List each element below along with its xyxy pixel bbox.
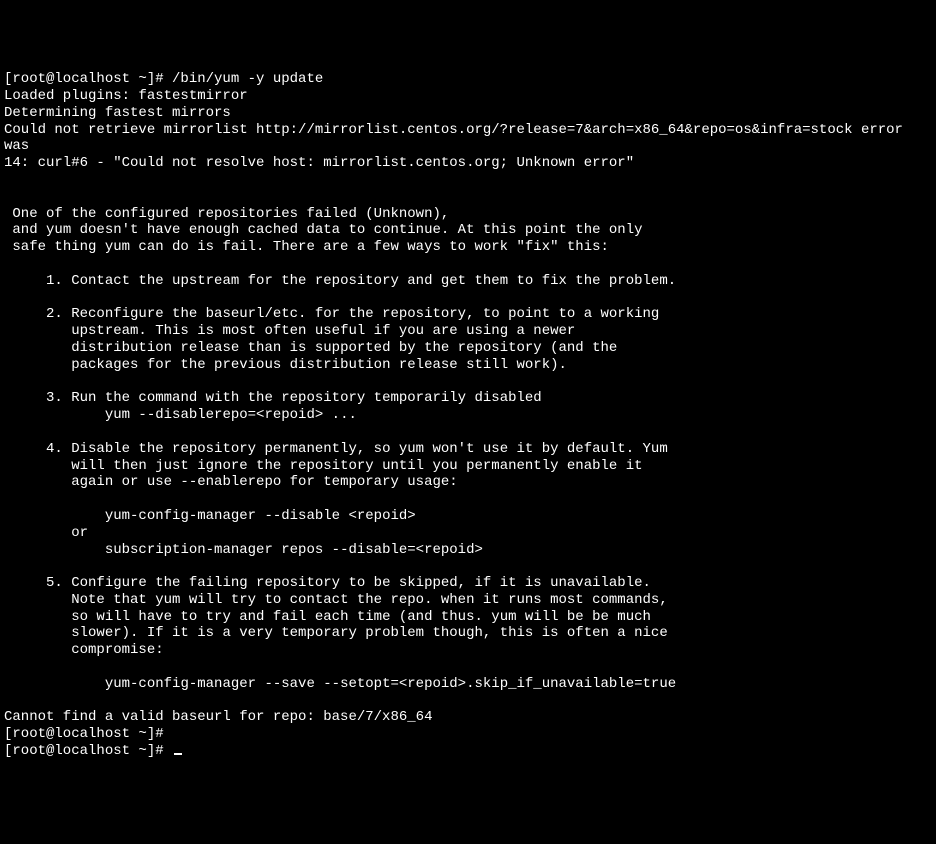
terminal-line: 14: curl#6 - "Could not resolve host: mi… [4,155,932,172]
terminal-line: safe thing yum can do is fail. There are… [4,239,932,256]
cursor [174,753,182,755]
terminal-line: subscription-manager repos --disable=<re… [4,542,932,559]
terminal-line: upstream. This is most often useful if y… [4,323,932,340]
terminal-line: Determining fastest mirrors [4,105,932,122]
terminal-line: distribution release than is supported b… [4,340,932,357]
terminal-line [4,189,932,206]
terminal-line [4,693,932,710]
terminal-line [4,172,932,189]
terminal-line: packages for the previous distribution r… [4,357,932,374]
terminal-line: 2. Reconfigure the baseurl/etc. for the … [4,306,932,323]
terminal-line: 5. Configure the failing repository to b… [4,575,932,592]
terminal-line: will then just ignore the repository unt… [4,458,932,475]
terminal-line: compromise: [4,642,932,659]
terminal-line [4,290,932,307]
terminal-line [4,256,932,273]
terminal-line: Note that yum will try to contact the re… [4,592,932,609]
terminal-line: 4. Disable the repository permanently, s… [4,441,932,458]
terminal-line: Could not retrieve mirrorlist http://mir… [4,122,932,156]
terminal-line [4,558,932,575]
terminal-output[interactable]: [root@localhost ~]# /bin/yum -y updateLo… [4,71,932,760]
terminal-line: [root@localhost ~]# [4,743,932,760]
terminal-line [4,424,932,441]
terminal-line: slower). If it is a very temporary probl… [4,625,932,642]
terminal-line: yum --disablerepo=<repoid> ... [4,407,932,424]
terminal-line: yum-config-manager --save --setopt=<repo… [4,676,932,693]
terminal-line: One of the configured repositories faile… [4,206,932,223]
terminal-line: Loaded plugins: fastestmirror [4,88,932,105]
terminal-line: and yum doesn't have enough cached data … [4,222,932,239]
terminal-line [4,491,932,508]
terminal-line: or [4,525,932,542]
terminal-line: yum-config-manager --disable <repoid> [4,508,932,525]
terminal-line [4,659,932,676]
terminal-line: 1. Contact the upstream for the reposito… [4,273,932,290]
terminal-line [4,374,932,391]
terminal-line: [root@localhost ~]# [4,726,932,743]
terminal-line: 3. Run the command with the repository t… [4,390,932,407]
terminal-line: [root@localhost ~]# /bin/yum -y update [4,71,932,88]
terminal-line: Cannot find a valid baseurl for repo: ba… [4,709,932,726]
terminal-line: again or use --enablerepo for temporary … [4,474,932,491]
terminal-line: so will have to try and fail each time (… [4,609,932,626]
